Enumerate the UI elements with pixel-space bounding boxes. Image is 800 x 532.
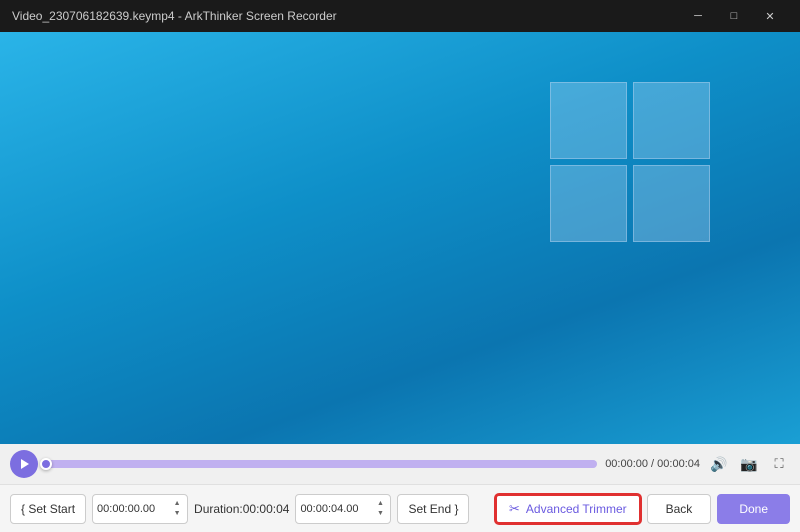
window-controls: ─ □ ✕ [680, 0, 788, 32]
end-time-input[interactable] [300, 503, 372, 515]
fullscreen-button[interactable]: ⛶ [768, 453, 790, 475]
advanced-trimmer-label: Advanced Trimmer [526, 502, 627, 516]
windows-logo [550, 82, 710, 242]
time-display: 00:00:00 / 00:00:04 [605, 458, 700, 470]
set-end-button[interactable]: Set End } [397, 494, 469, 524]
win-pane-tr [633, 82, 710, 159]
playback-toolbar: 00:00:00 / 00:00:04 🔊 📷 ⛶ [0, 444, 800, 484]
progress-bar[interactable] [46, 460, 597, 468]
close-button[interactable]: ✕ [752, 0, 788, 32]
scissors-icon: ✂ [509, 501, 520, 517]
volume-icon: 🔊 [710, 456, 727, 473]
win-pane-br [633, 165, 710, 242]
win-pane-bl [550, 165, 627, 242]
maximize-button[interactable]: □ [716, 0, 752, 32]
window-title: Video_230706182639.keymp4 - ArkThinker S… [12, 9, 680, 23]
volume-button[interactable]: 🔊 [708, 453, 730, 475]
set-start-button[interactable]: { Set Start [10, 494, 86, 524]
minimize-button[interactable]: ─ [680, 0, 716, 32]
video-preview [0, 32, 800, 444]
start-time-down[interactable]: ▼ [171, 509, 183, 518]
fullscreen-icon: ⛶ [774, 456, 783, 472]
done-button[interactable]: Done [717, 494, 790, 524]
trim-controls-bar: { Set Start ▲ ▼ Duration:00:00:04 ▲ ▼ Se… [0, 484, 800, 532]
play-button[interactable] [10, 450, 38, 478]
end-time-up[interactable]: ▲ [374, 499, 386, 508]
advanced-trimmer-button[interactable]: ✂ Advanced Trimmer [495, 494, 641, 524]
start-time-spinners: ▲ ▼ [171, 499, 183, 518]
end-time-spinners: ▲ ▼ [374, 499, 386, 518]
duration-label: Duration:00:00:04 [194, 502, 289, 516]
progress-range [46, 460, 597, 468]
start-time-up[interactable]: ▲ [171, 499, 183, 508]
camera-icon: 📷 [740, 456, 757, 473]
end-time-input-group: ▲ ▼ [295, 494, 391, 524]
screenshot-button[interactable]: 📷 [738, 453, 760, 475]
progress-thumb[interactable] [40, 458, 52, 470]
win-pane-tl [550, 82, 627, 159]
start-time-input-group: ▲ ▼ [92, 494, 188, 524]
back-button[interactable]: Back [647, 494, 712, 524]
end-time-down[interactable]: ▼ [374, 509, 386, 518]
title-bar: Video_230706182639.keymp4 - ArkThinker S… [0, 0, 800, 32]
start-time-input[interactable] [97, 503, 169, 515]
